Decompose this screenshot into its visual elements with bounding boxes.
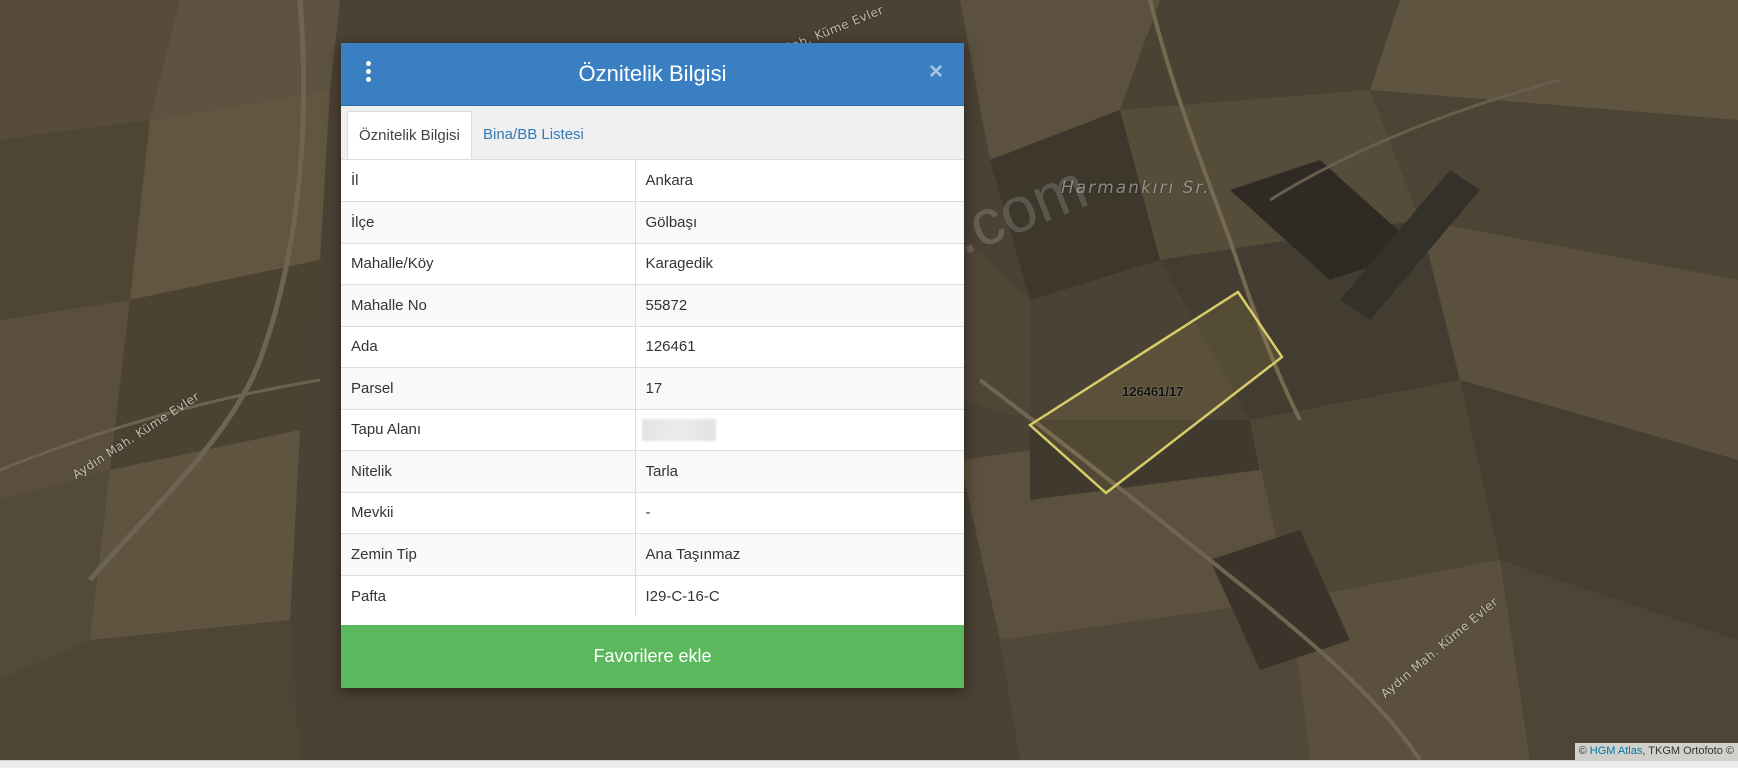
attribute-info-modal: Öznitelik Bilgisi × Öznitelik Bilgisi Bi… [341, 43, 964, 688]
row-key: Pafta [341, 574, 636, 617]
tab-building-list[interactable]: Bina/BB Listesi [472, 111, 595, 158]
row-key: İlçe [341, 201, 636, 243]
attribution-link[interactable]: HGM Atlas [1590, 745, 1643, 757]
row-key: Mahalle No [341, 284, 636, 326]
table-row: Pafta I29-C-16-C [341, 574, 964, 617]
row-value: 55872 [635, 284, 964, 326]
row-key: Ada [341, 325, 636, 368]
tab-attribute-info[interactable]: Öznitelik Bilgisi [347, 111, 472, 159]
row-key: Mevkii [341, 491, 636, 534]
row-value: Gölbaşı [635, 201, 964, 243]
table-row: Parsel 17 [341, 367, 964, 409]
tab-bar: Öznitelik Bilgisi Bina/BB Listesi [341, 106, 964, 160]
modal-header: Öznitelik Bilgisi × [341, 43, 964, 106]
table-row: Mahalle No 55872 [341, 284, 964, 326]
table-row: Mahalle/Köy Karagedik [341, 242, 964, 285]
row-value: 126461 [635, 325, 964, 368]
row-value: I29-C-16-C [635, 574, 964, 617]
table-row: Tapu Alanı [341, 408, 964, 451]
row-value: Tarla [635, 450, 964, 492]
add-to-favorites-button[interactable]: Favorilere ekle [341, 625, 964, 688]
row-value-redacted [635, 408, 964, 451]
table-row: Zemin Tip Ana Taşınmaz [341, 533, 964, 575]
map-attribution: © HGM Atlas, TKGM Ortofoto © [1574, 743, 1738, 760]
attribution-prefix: © [1578, 745, 1590, 757]
row-key: Zemin Tip [341, 533, 636, 575]
row-value: 17 [635, 367, 964, 409]
row-value: Ankara [645, 172, 694, 189]
row-key: Parsel [341, 367, 636, 409]
row-key: Mahalle/Köy [341, 242, 636, 285]
parcel-label[interactable]: 126461/17 [1122, 384, 1183, 399]
table-row: Mevkii - [341, 491, 964, 534]
row-key: Tapu Alanı [341, 408, 636, 451]
modal-title: Öznitelik Bilgisi [578, 61, 727, 86]
row-value: - [635, 491, 964, 534]
attribution-rest: , TKGM Ortofoto © [1642, 745, 1734, 757]
table-row: Ada 126461 [341, 325, 964, 368]
row-value: Karagedik [635, 242, 964, 285]
close-icon[interactable]: × [924, 60, 948, 84]
redacted-area-value [641, 418, 716, 441]
table-row: İl Ankara [341, 160, 964, 202]
row-key: Nitelik [341, 450, 636, 492]
attribute-table: İl Ankara İlçe Gölbaşı Mahalle/Köy Karag… [341, 160, 964, 617]
table-row: Nitelik Tarla [341, 450, 964, 492]
row-key: İl [341, 160, 636, 202]
row-value: Ana Taşınmaz [635, 533, 964, 575]
table-row: İlçe Gölbaşı [341, 201, 964, 243]
